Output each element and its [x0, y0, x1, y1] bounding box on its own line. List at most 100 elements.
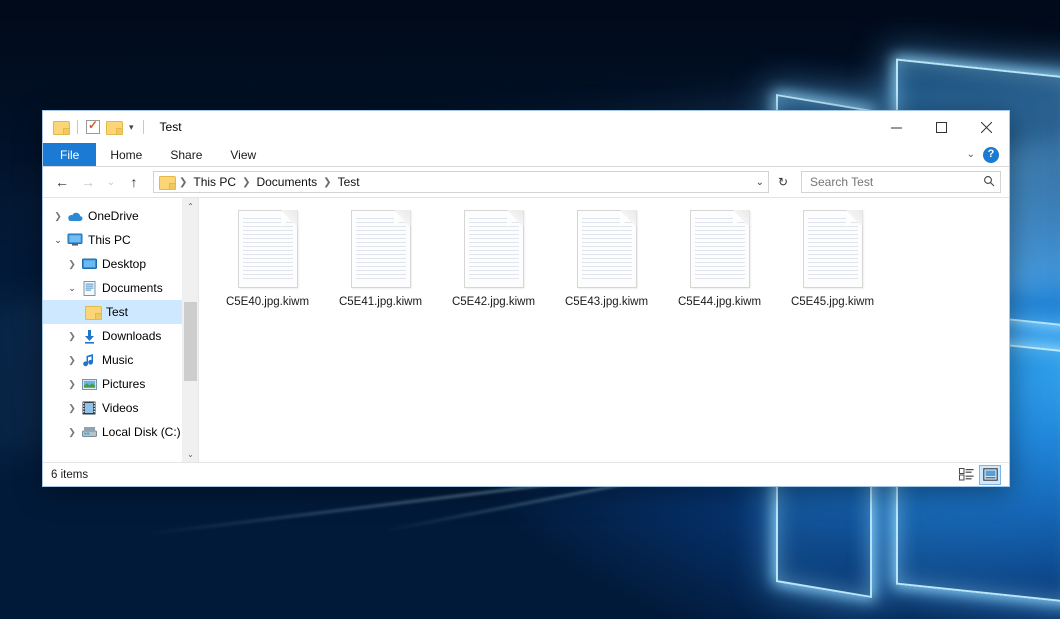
chevron-right-icon[interactable]: ❯	[65, 379, 79, 390]
file-item[interactable]: C5E40.jpg.kiwm	[211, 206, 324, 316]
ribbon-right-controls: ⌄ ?	[967, 143, 1009, 166]
sidebar-item-label: Music	[99, 353, 133, 367]
file-list-view[interactable]: C5E40.jpg.kiwm C5E41.jpg.kiwm	[198, 198, 1009, 462]
toolbar-divider	[143, 120, 144, 134]
item-count-label: 6 items	[51, 469, 88, 481]
sidebar-item-label: Local Disk (C:)	[99, 425, 181, 439]
sidebar-item-label: Pictures	[99, 377, 145, 391]
navigation-scrollbar[interactable]: ⌃ ⌄	[182, 198, 198, 462]
folder-icon[interactable]	[53, 120, 69, 134]
chevron-right-icon[interactable]: ❯	[65, 427, 79, 438]
chevron-down-icon[interactable]: ⌄	[65, 283, 79, 294]
chevron-down-icon[interactable]: ⌄	[51, 235, 65, 246]
sidebar-item-label: Videos	[99, 401, 138, 415]
quick-access-toolbar: ▾ Test	[43, 111, 182, 143]
folder-icon	[83, 305, 103, 319]
window-title: Test	[160, 120, 182, 134]
hard-disk-icon	[79, 426, 99, 438]
tab-view[interactable]: View	[216, 143, 270, 166]
details-view-button[interactable]	[955, 465, 977, 485]
scroll-up-button[interactable]: ⌃	[183, 198, 198, 214]
breadcrumb-item-documents[interactable]: Documents	[254, 175, 319, 189]
sidebar-item-documents[interactable]: ⌄ Documents	[43, 276, 198, 300]
chevron-right-icon[interactable]: ❯	[65, 331, 79, 342]
breadcrumb-separator-icon: ❯	[175, 177, 191, 188]
chevron-right-icon[interactable]: ❯	[51, 211, 65, 222]
view-mode-buttons	[955, 465, 1001, 485]
sidebar-item-downloads[interactable]: ❯ Downloads	[43, 324, 198, 348]
tab-file[interactable]: File	[43, 143, 96, 166]
breadcrumb-item-test[interactable]: Test	[336, 175, 362, 189]
ribbon-tabs: File Home Share View ⌄ ?	[43, 143, 1009, 167]
refresh-button[interactable]: ↻	[773, 171, 793, 193]
file-grid: C5E40.jpg.kiwm C5E41.jpg.kiwm	[199, 198, 1009, 316]
chevron-right-icon[interactable]: ❯	[65, 355, 79, 366]
pictures-icon	[79, 378, 99, 391]
breadcrumb-tail: ⌄	[750, 177, 764, 188]
generic-document-icon	[238, 210, 298, 288]
sidebar-item-this-pc[interactable]: ⌄ This PC	[43, 228, 198, 252]
onedrive-cloud-icon	[65, 211, 85, 222]
file-item[interactable]: C5E44.jpg.kiwm	[663, 206, 776, 316]
sidebar-item-label: This PC	[85, 233, 131, 247]
title-bar[interactable]: ▾ Test	[43, 111, 1009, 143]
sidebar-item-label: Test	[103, 305, 128, 319]
up-button[interactable]: ↑	[123, 171, 145, 193]
chevron-down-icon[interactable]: ⌄	[967, 149, 975, 160]
generic-document-icon	[577, 210, 637, 288]
scrollbar-thumb[interactable]	[184, 302, 197, 381]
breadcrumb-item-this-pc[interactable]: This PC	[191, 175, 238, 189]
breadcrumb[interactable]: ❯ This PC ❯ Documents ❯ Test ⌄	[153, 171, 769, 193]
this-pc-monitor-icon	[65, 233, 85, 247]
help-icon[interactable]: ?	[983, 147, 999, 163]
large-icons-view-button[interactable]	[979, 465, 1001, 485]
scroll-down-button[interactable]: ⌄	[183, 446, 198, 462]
minimize-button[interactable]	[874, 111, 919, 143]
file-item[interactable]: C5E42.jpg.kiwm	[437, 206, 550, 316]
desktop-icon	[79, 258, 99, 271]
tab-share[interactable]: Share	[156, 143, 216, 166]
file-explorer-window: ▾ Test File Home Share View ⌄ ? ← →	[42, 110, 1010, 487]
sidebar-item-label: Documents	[99, 281, 163, 295]
chevron-right-icon[interactable]: ❯	[65, 403, 79, 414]
sidebar-item-desktop[interactable]: ❯ Desktop	[43, 252, 198, 276]
recent-locations-icon[interactable]: ⌄	[103, 171, 119, 193]
sidebar-item-local-disk-c[interactable]: ❯ Local Disk (C:)	[43, 420, 198, 444]
new-folder-icon[interactable]	[106, 120, 122, 134]
breadcrumb-separator-icon: ❯	[238, 177, 254, 188]
chevron-down-icon[interactable]: ⌄	[750, 177, 764, 188]
back-button[interactable]: ←	[51, 171, 73, 193]
file-item[interactable]: C5E45.jpg.kiwm	[776, 206, 889, 316]
videos-film-icon	[79, 401, 99, 415]
generic-document-icon	[464, 210, 524, 288]
tab-home[interactable]: Home	[96, 143, 156, 166]
sidebar-item-test[interactable]: Test	[43, 300, 198, 324]
sidebar-item-music[interactable]: ❯ Music	[43, 348, 198, 372]
generic-document-icon	[803, 210, 863, 288]
close-button[interactable]	[964, 111, 1009, 143]
documents-icon	[79, 281, 99, 296]
maximize-button[interactable]	[919, 111, 964, 143]
file-name-label: C5E44.jpg.kiwm	[678, 296, 761, 310]
file-name-label: C5E43.jpg.kiwm	[565, 296, 648, 310]
generic-document-icon	[351, 210, 411, 288]
sidebar-item-label: OneDrive	[85, 209, 139, 223]
search-icon[interactable]	[983, 175, 995, 190]
properties-icon[interactable]	[86, 120, 100, 134]
search-input[interactable]: Search Test	[801, 171, 1001, 193]
customize-qat-caret-icon[interactable]: ▾	[128, 123, 135, 132]
sidebar-item-pictures[interactable]: ❯ Pictures	[43, 372, 198, 396]
scrollbar-track[interactable]	[183, 214, 198, 446]
file-item[interactable]: C5E43.jpg.kiwm	[550, 206, 663, 316]
downloads-arrow-icon	[79, 329, 99, 344]
sidebar-item-label: Downloads	[99, 329, 161, 343]
sidebar-item-onedrive[interactable]: ❯ OneDrive	[43, 204, 198, 228]
forward-button: →	[77, 171, 99, 193]
chevron-right-icon[interactable]: ❯	[65, 259, 79, 270]
search-placeholder: Search Test	[810, 175, 983, 189]
sidebar-item-videos[interactable]: ❯ Videos	[43, 396, 198, 420]
sidebar-item-label: Desktop	[99, 257, 146, 271]
breadcrumb-separator-icon: ❯	[319, 177, 335, 188]
file-item[interactable]: C5E41.jpg.kiwm	[324, 206, 437, 316]
file-name-label: C5E41.jpg.kiwm	[339, 296, 422, 310]
